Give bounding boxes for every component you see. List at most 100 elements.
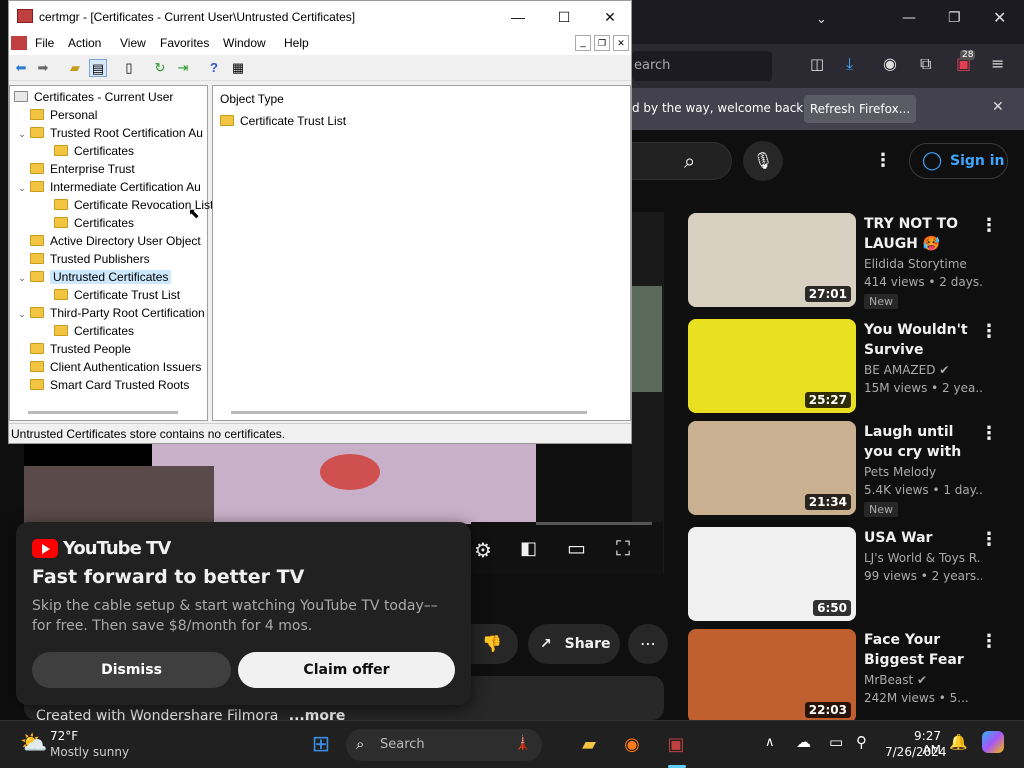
notification-bell-icon[interactable]: 🔔 xyxy=(949,733,968,751)
expand-chevron-icon[interactable]: ⌄ xyxy=(16,179,28,197)
show-hidden-icons[interactable]: ∧ xyxy=(765,735,775,750)
search-input[interactable] xyxy=(632,142,732,180)
miniplayer-icon[interactable]: ◧ xyxy=(520,538,537,559)
file-explorer-icon[interactable]: ▰ xyxy=(574,730,604,760)
downloads-icon[interactable]: ⤓ xyxy=(846,54,853,74)
list-all-tabs-icon[interactable]: ⌄ xyxy=(816,12,827,27)
tree-node[interactable]: Personal xyxy=(16,106,97,124)
progress-bar[interactable] xyxy=(536,522,652,525)
tree-node[interactable]: Certificates - Current User xyxy=(14,88,173,106)
clipboard-icon[interactable]: ▯ xyxy=(120,59,138,77)
search-icon[interactable]: ⌕ xyxy=(684,149,695,173)
menu-favorites[interactable]: Favorites xyxy=(160,36,209,50)
close-browser-button[interactable]: ✕ xyxy=(993,8,1006,27)
url-bar[interactable]: earch xyxy=(632,51,772,81)
weather-desc[interactable]: Mostly sunny xyxy=(50,745,129,759)
menu-action[interactable]: Action xyxy=(68,36,101,50)
tree-node[interactable]: ⌄ Third-Party Root Certification xyxy=(16,304,205,322)
video-menu-icon[interactable]: ⋮ xyxy=(980,529,998,550)
properties-icon[interactable]: ▦ xyxy=(229,59,247,77)
channel-name[interactable]: Pets Melody xyxy=(864,465,982,479)
more-actions-button[interactable]: ⋯ xyxy=(628,624,668,664)
video-menu-icon[interactable]: ⋮ xyxy=(980,631,998,652)
firefox-icon[interactable]: ◉ xyxy=(617,730,647,760)
tree-node[interactable]: Certificates xyxy=(40,214,134,232)
menu-file[interactable]: File xyxy=(35,36,54,50)
menu-window[interactable]: Window xyxy=(223,36,266,50)
tree-node[interactable]: Active Directory User Object xyxy=(16,232,201,250)
list-horizontal-scrollbar[interactable] xyxy=(231,411,587,414)
extensions-icon[interactable]: ⧉ xyxy=(920,54,931,74)
minimize-browser-button[interactable]: — xyxy=(902,10,916,26)
network-icon[interactable]: ⚲ xyxy=(856,733,867,751)
tree-node[interactable]: Certificates xyxy=(40,142,134,160)
child-close-button[interactable]: ✕ xyxy=(613,35,629,51)
video-menu-icon[interactable]: ⋮ xyxy=(980,321,998,342)
settings-gear-icon[interactable]: ⚙ xyxy=(474,538,492,562)
title-bar[interactable]: certmgr - [Certificates - Current User\U… xyxy=(9,1,631,33)
tree-node[interactable]: ⌄ Untrusted Certificates xyxy=(16,268,172,287)
tree-node[interactable]: ⌄ Intermediate Certification Au xyxy=(16,178,201,196)
export-list-icon[interactable]: ⇥ xyxy=(174,59,192,77)
restore-browser-button[interactable]: ❐ xyxy=(948,10,961,26)
video-menu-icon[interactable]: ⋮ xyxy=(980,423,998,444)
video-thumbnail[interactable]: 25:27 xyxy=(688,319,856,413)
dismiss-button[interactable]: Dismiss xyxy=(32,652,231,688)
forward-icon[interactable]: ➡ xyxy=(34,59,52,77)
menu-help[interactable]: Help xyxy=(284,36,309,50)
voice-search-icon[interactable]: 🎙 xyxy=(743,141,783,181)
expand-chevron-icon[interactable]: ⌄ xyxy=(16,269,28,287)
child-minimize-button[interactable]: _ xyxy=(575,35,591,51)
video-title[interactable]: You Wouldn't Survive Dipping... xyxy=(864,320,982,360)
account-icon[interactable]: ◉ xyxy=(883,54,897,73)
up-folder-icon[interactable]: ▰ xyxy=(66,59,84,77)
video-title[interactable]: Laugh until you cry with these... xyxy=(864,422,982,462)
channel-name[interactable]: MrBeast ✔ xyxy=(864,673,982,687)
video-title[interactable]: Face Your Biggest Fear To... xyxy=(864,630,982,670)
video-thumbnail[interactable]: 22:03 xyxy=(688,629,856,723)
channel-name[interactable]: LJ's World & Toys R... xyxy=(864,551,982,565)
pocket-icon[interactable]: ◫ xyxy=(810,55,824,73)
tree-node[interactable]: Certificate Trust List xyxy=(40,286,180,304)
minimize-button[interactable]: — xyxy=(495,1,541,33)
copilot-icon[interactable] xyxy=(982,731,1004,753)
sign-in-button[interactable]: ◯ Sign in xyxy=(909,143,1008,179)
video-thumbnail[interactable]: 6:50 xyxy=(688,527,856,621)
close-button[interactable]: ✕ xyxy=(587,1,633,33)
video-thumbnail[interactable]: 21:34 xyxy=(688,421,856,515)
video-thumbnail[interactable]: 27:01 xyxy=(688,213,856,307)
tree-node[interactable]: Certificates xyxy=(40,322,134,340)
display-icon[interactable]: ▭ xyxy=(829,733,843,751)
maximize-button[interactable]: ☐ xyxy=(541,1,587,33)
expand-chevron-icon[interactable]: ⌄ xyxy=(16,305,28,323)
dislike-button[interactable]: 👎 xyxy=(466,624,518,664)
channel-name[interactable]: Elidida Storytime xyxy=(864,257,982,271)
refresh-icon[interactable]: ↻ xyxy=(151,59,169,77)
back-icon[interactable]: ⬅ xyxy=(12,59,30,77)
weather-icon[interactable]: ⛅ xyxy=(20,731,47,756)
tree-node[interactable]: ⌄ Trusted Root Certification Au xyxy=(16,124,203,142)
fullscreen-icon[interactable]: ⛶ xyxy=(616,536,630,560)
claim-offer-button[interactable]: Claim offer xyxy=(238,652,455,688)
tree-node[interactable]: Trusted People xyxy=(16,340,131,358)
refresh-firefox-button[interactable]: Refresh Firefox... xyxy=(804,95,916,123)
tree-node[interactable]: Enterprise Trust xyxy=(16,160,135,178)
start-icon[interactable]: ⊞ xyxy=(306,730,336,760)
tree-horizontal-scrollbar[interactable] xyxy=(28,411,178,414)
tree-node[interactable]: Client Authentication Issuers xyxy=(16,358,201,376)
theater-mode-icon[interactable]: ▭ xyxy=(567,536,586,560)
menu-view[interactable]: View xyxy=(120,36,146,50)
menu-icon[interactable]: ≡ xyxy=(991,54,1004,73)
show-hide-tree-icon[interactable]: ▤ xyxy=(89,59,107,77)
taskbar-search[interactable]: ⌕ Search 🗼 xyxy=(346,729,542,761)
help-icon[interactable]: ? xyxy=(205,59,223,77)
channel-name[interactable]: BE AMAZED ✔ xyxy=(864,363,982,377)
list-item[interactable]: Certificate Trust List xyxy=(220,112,346,130)
close-notification-icon[interactable]: ✕ xyxy=(992,99,1004,115)
expand-chevron-icon[interactable]: ⌄ xyxy=(16,125,28,143)
certmgr-taskbar-icon[interactable]: ▣ xyxy=(661,730,691,760)
video-menu-icon[interactable]: ⋮ xyxy=(980,215,998,236)
settings-kebab-icon[interactable]: ⋮ xyxy=(874,150,892,171)
clock-date[interactable]: 7/26/2024 xyxy=(885,745,947,759)
video-title[interactable]: USA War xyxy=(864,528,982,548)
